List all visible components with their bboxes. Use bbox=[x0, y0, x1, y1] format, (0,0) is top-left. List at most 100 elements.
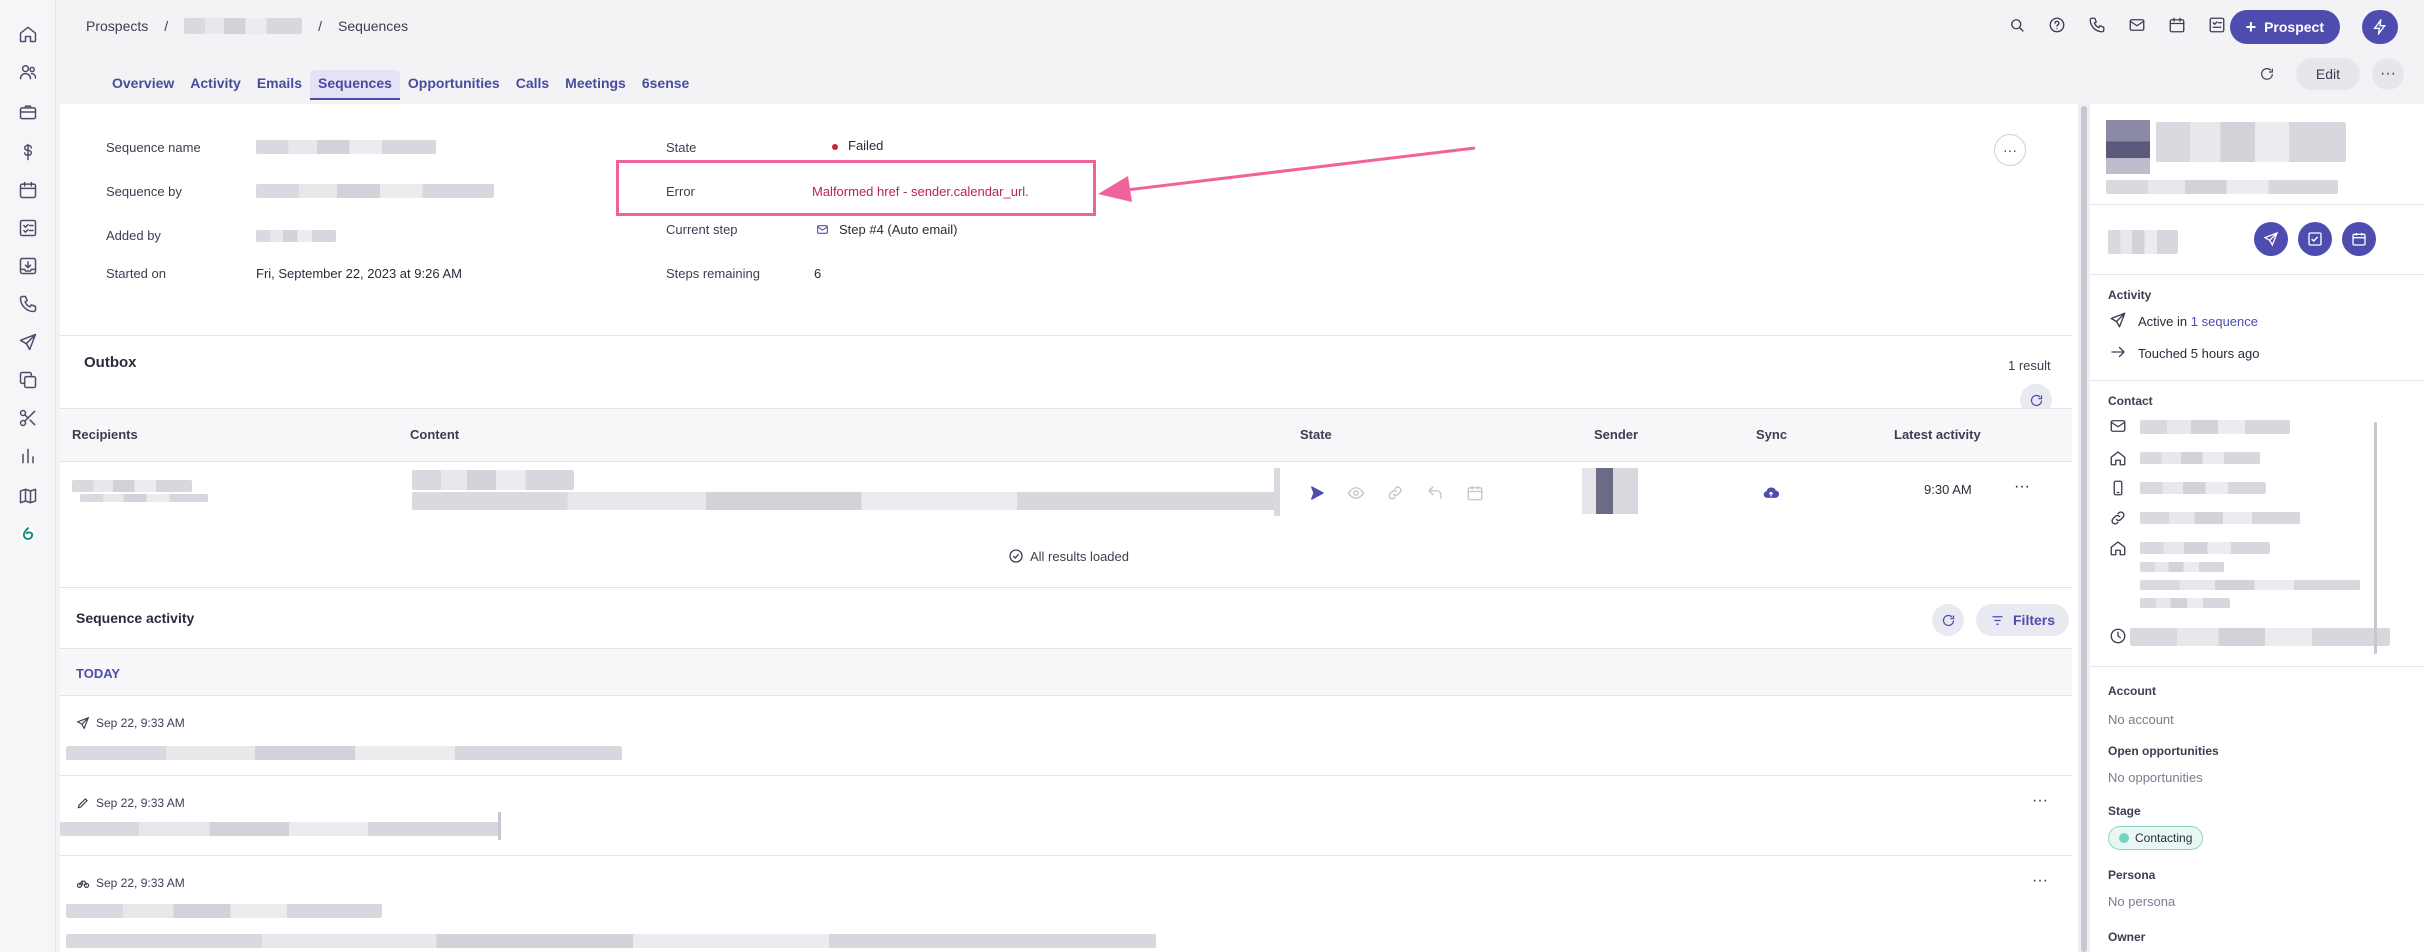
tasks-icon[interactable] bbox=[2206, 14, 2228, 36]
recipient-redacted[interactable] bbox=[72, 480, 192, 492]
sequence-name-redacted[interactable] bbox=[256, 140, 436, 154]
activity-group-header: TODAY bbox=[60, 648, 2072, 696]
breadcrumb-prospect-name-redacted[interactable] bbox=[184, 18, 303, 34]
quick-actions-button[interactable] bbox=[2362, 10, 2398, 44]
added-by-label: Added by bbox=[106, 228, 161, 243]
row-more-button[interactable]: ··· bbox=[2014, 478, 2030, 496]
contact-home-phone-redacted[interactable] bbox=[2140, 452, 2260, 464]
activity-section-title: Activity bbox=[2108, 288, 2152, 302]
tab-6sense[interactable]: 6sense bbox=[634, 70, 697, 100]
sixsense-logo-icon[interactable] bbox=[16, 522, 40, 546]
col-latest-activity[interactable]: Latest activity bbox=[1894, 427, 1981, 442]
col-sync[interactable]: Sync bbox=[1756, 427, 1787, 442]
tab-opportunities[interactable]: Opportunities bbox=[400, 70, 508, 100]
people-icon[interactable] bbox=[16, 60, 40, 84]
link-icon bbox=[1384, 482, 1406, 504]
opportunities-section-title: Open opportunities bbox=[2108, 744, 2219, 758]
tasks-icon[interactable] bbox=[16, 216, 40, 240]
state-value-text: Failed bbox=[848, 138, 884, 153]
calendar-icon[interactable] bbox=[16, 178, 40, 202]
content-scrollbar[interactable] bbox=[1274, 468, 1280, 516]
copy-icon[interactable] bbox=[16, 368, 40, 392]
inbox-download-icon[interactable] bbox=[16, 254, 40, 278]
active-in-prefix: Active in bbox=[2138, 314, 2188, 329]
tab-activity[interactable]: Activity bbox=[182, 70, 249, 100]
contact-link-redacted[interactable] bbox=[2140, 512, 2300, 524]
mail-icon[interactable] bbox=[2126, 14, 2148, 36]
sequence-by-label: Sequence by bbox=[106, 184, 182, 199]
steps-remaining-value: 6 bbox=[814, 266, 822, 281]
scissors-icon[interactable] bbox=[16, 406, 40, 430]
filters-button[interactable]: Filters bbox=[1976, 604, 2070, 636]
search-icon[interactable] bbox=[2006, 14, 2028, 36]
current-step-value: Step #4 (Auto email) bbox=[816, 222, 958, 237]
play-icon[interactable] bbox=[1306, 482, 1328, 504]
activity-refresh-button[interactable] bbox=[1932, 604, 1964, 636]
home-icon[interactable] bbox=[16, 22, 40, 46]
prospect-score-redacted bbox=[2108, 230, 2178, 254]
refresh-icon bbox=[2260, 68, 2273, 80]
edit-button[interactable]: Edit bbox=[2295, 58, 2360, 90]
sequence-more-button[interactable]: ··· bbox=[1994, 134, 2026, 166]
failed-status-dot bbox=[832, 143, 838, 150]
contact-scrollbar[interactable] bbox=[2374, 422, 2377, 654]
col-state[interactable]: State bbox=[1300, 427, 1332, 442]
tab-overview[interactable]: Overview bbox=[104, 70, 182, 100]
tab-meetings[interactable]: Meetings bbox=[557, 70, 634, 100]
activity-description-redacted bbox=[66, 934, 1156, 948]
help-icon[interactable] bbox=[2046, 14, 2068, 36]
stage-badge[interactable]: Contacting bbox=[2108, 826, 2204, 850]
send-email-action-button[interactable] bbox=[2254, 222, 2288, 256]
activity-scrollbar[interactable] bbox=[498, 812, 501, 840]
refresh-icon bbox=[2030, 394, 2042, 406]
map-icon[interactable] bbox=[16, 484, 40, 508]
col-content[interactable]: Content bbox=[410, 427, 459, 442]
briefcase-icon[interactable] bbox=[16, 100, 40, 124]
filter-icon bbox=[1992, 615, 2003, 625]
outbox-row[interactable]: 9:30 AM ··· bbox=[60, 462, 2072, 520]
schedule-meeting-action-button[interactable] bbox=[2342, 222, 2376, 256]
activity-description-redacted bbox=[60, 822, 500, 836]
activity-more-button[interactable]: ··· bbox=[2032, 792, 2048, 810]
col-recipients[interactable]: Recipients bbox=[72, 427, 138, 442]
top-bar: Prospects / / Sequences + Prospect bbox=[56, 0, 2424, 56]
calendar-icon[interactable] bbox=[2166, 14, 2188, 36]
tab-sequences[interactable]: Sequences bbox=[309, 70, 400, 100]
activity-item[interactable]: Sep 22, 9:33 AM ··· bbox=[60, 856, 2072, 952]
refresh-button[interactable] bbox=[2250, 59, 2284, 89]
opportunities-value: No opportunities bbox=[2108, 770, 2203, 785]
contact-email-redacted[interactable] bbox=[2140, 420, 2290, 434]
tab-calls[interactable]: Calls bbox=[508, 70, 557, 100]
activity-item[interactable]: Sep 22, 9:33 AM ··· bbox=[60, 776, 2072, 856]
activity-description-redacted bbox=[66, 904, 382, 918]
phone-icon[interactable] bbox=[2086, 14, 2108, 36]
owner-section-title: Owner bbox=[2108, 930, 2146, 944]
stage-dot bbox=[2119, 833, 2129, 843]
add-prospect-button[interactable]: + Prospect bbox=[2229, 10, 2340, 44]
add-task-action-button[interactable] bbox=[2298, 222, 2332, 256]
breadcrumb-prospects[interactable]: Prospects bbox=[86, 18, 148, 34]
activity-more-button[interactable]: ··· bbox=[2032, 872, 2048, 890]
content-subject-redacted[interactable] bbox=[412, 470, 574, 490]
active-sequence-link[interactable]: 1 sequence bbox=[2191, 314, 2258, 329]
activity-item[interactable]: Sep 22, 9:33 AM bbox=[60, 696, 2072, 776]
phone-icon[interactable] bbox=[16, 292, 40, 316]
clock-icon bbox=[2108, 626, 2128, 646]
breadcrumb-separator: / bbox=[164, 18, 169, 34]
contact-mobile-redacted[interactable] bbox=[2140, 482, 2266, 494]
contact-address-line-redacted bbox=[2140, 580, 2360, 590]
main-scrollbar[interactable] bbox=[2078, 104, 2090, 952]
bar-chart-icon[interactable] bbox=[16, 444, 40, 468]
send-icon[interactable] bbox=[16, 330, 40, 354]
main-scrollbar-thumb[interactable] bbox=[2081, 106, 2087, 952]
tab-emails[interactable]: Emails bbox=[249, 70, 310, 100]
contact-address-line-redacted bbox=[2140, 542, 2270, 554]
more-options-button[interactable]: ··· bbox=[2372, 58, 2404, 90]
dollar-icon[interactable] bbox=[16, 140, 40, 164]
arrow-right-icon bbox=[2108, 342, 2128, 362]
sender-avatar-redacted[interactable] bbox=[1582, 468, 1638, 514]
col-sender[interactable]: Sender bbox=[1594, 427, 1638, 442]
outbox-title: Outbox bbox=[84, 354, 137, 371]
eye-icon bbox=[1345, 482, 1367, 504]
touched-time: Touched 5 hours ago bbox=[2138, 346, 2260, 361]
